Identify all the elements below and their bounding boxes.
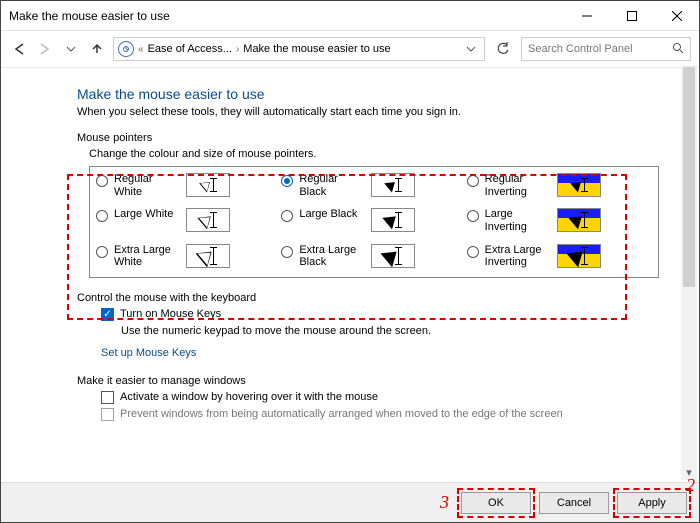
pointer-preview-xl-inverting: [557, 244, 601, 268]
window-title: Make the mouse easier to use: [9, 9, 170, 23]
cursor-ibeam-icon: [213, 178, 214, 192]
content-area: Make the mouse easier to use When you se…: [1, 68, 699, 421]
section-mouse-pointers: Mouse pointers: [77, 132, 659, 144]
cursor-ibeam-icon: [213, 247, 214, 265]
mousekeys-row[interactable]: ✓ Turn on Mouse Keys: [101, 308, 659, 321]
cancel-button[interactable]: Cancel: [539, 492, 609, 514]
up-button[interactable]: [87, 39, 107, 59]
navbar: « Ease of Access... › Make the mouse eas…: [1, 31, 699, 68]
scroll-thumb[interactable]: [683, 67, 695, 287]
prevent-arrange-label: Prevent windows from being automatically…: [120, 408, 563, 420]
radio-large-inverting[interactable]: [467, 210, 479, 222]
pointer-option-large-inverting[interactable]: Large Inverting: [467, 208, 652, 233]
cursor-ibeam-icon: [398, 247, 399, 265]
pointer-option-label: Regular White: [114, 173, 180, 198]
pointer-option-xl-white[interactable]: Extra Large White: [96, 244, 281, 269]
refresh-button[interactable]: [491, 37, 515, 61]
radio-regular-black[interactable]: [281, 175, 293, 187]
pointer-option-label: Extra Large Black: [299, 244, 365, 269]
hover-activate-row[interactable]: Activate a window by hovering over it wi…: [101, 391, 659, 404]
mousekeys-help: Use the numeric keypad to move the mouse…: [121, 325, 659, 337]
hover-activate-label: Activate a window by hovering over it wi…: [120, 391, 378, 403]
pointer-option-xl-black[interactable]: Extra Large Black: [281, 244, 466, 269]
maximize-button[interactable]: [609, 1, 654, 31]
pointer-preview-xl-white: [186, 244, 230, 268]
radio-xl-inverting[interactable]: [467, 246, 479, 258]
apply-button[interactable]: Apply: [617, 492, 687, 514]
pointer-preview-regular-inverting: [557, 173, 601, 197]
close-button[interactable]: [654, 1, 699, 31]
search-placeholder: Search Control Panel: [528, 43, 633, 55]
pointer-option-regular-white[interactable]: Regular White: [96, 173, 281, 198]
pointer-option-regular-inverting[interactable]: Regular Inverting: [467, 173, 652, 198]
prevent-arrange-checkbox[interactable]: [101, 408, 114, 421]
radio-xl-black[interactable]: [281, 246, 293, 258]
pointer-option-xl-inverting[interactable]: Extra Large Inverting: [467, 244, 652, 269]
pointer-option-label: Large Inverting: [485, 208, 551, 233]
pointer-option-label: Regular Inverting: [485, 173, 551, 198]
radio-large-white[interactable]: [96, 210, 108, 222]
pointer-preview-large-inverting: [557, 208, 601, 232]
pointer-preview-regular-white: [186, 173, 230, 197]
breadcrumb-seg-1[interactable]: Ease of Access...: [148, 43, 232, 55]
breadcrumb-seg-2[interactable]: Make the mouse easier to use: [243, 43, 390, 55]
radio-large-black[interactable]: [281, 210, 293, 222]
forward-button[interactable]: [35, 39, 55, 59]
pointer-preview-xl-black: [371, 244, 415, 268]
page-heading: Make the mouse easier to use: [77, 86, 659, 102]
mousekeys-label: Turn on Mouse Keys: [120, 308, 221, 320]
address-bar[interactable]: « Ease of Access... › Make the mouse eas…: [113, 37, 485, 61]
pointer-option-large-white[interactable]: Large White: [96, 208, 281, 233]
cursor-ibeam-icon: [398, 212, 399, 228]
cursor-ibeam-icon: [213, 212, 214, 228]
section-keyboard-mouse: Control the mouse with the keyboard: [77, 292, 659, 304]
pointer-instruction: Change the colour and size of mouse poin…: [89, 148, 659, 160]
mousekeys-checkbox[interactable]: ✓: [101, 308, 114, 321]
hover-activate-checkbox[interactable]: [101, 391, 114, 404]
annotation-3: 3: [440, 492, 449, 513]
address-history-button[interactable]: [462, 44, 480, 54]
pointer-option-label: Regular Black: [299, 173, 365, 198]
section-manage-windows: Make it easier to manage windows: [77, 375, 659, 387]
cursor-ibeam-icon: [398, 178, 399, 192]
dialog-button-bar: 3 OK Cancel Apply 2: [1, 482, 699, 522]
annotation-2: 2: [686, 475, 695, 496]
window-controls: [564, 1, 699, 31]
ok-button[interactable]: OK: [461, 492, 531, 514]
pointer-option-label: Large Black: [299, 208, 365, 221]
pointer-options-panel: Regular White Regular Black Regular Invert…: [89, 166, 659, 278]
radio-xl-white[interactable]: [96, 246, 108, 258]
radio-regular-inverting[interactable]: [467, 175, 479, 187]
search-box[interactable]: Search Control Panel: [521, 37, 691, 61]
pointer-option-label: Extra Large Inverting: [485, 244, 551, 269]
pointer-option-regular-black[interactable]: Regular Black: [281, 173, 466, 198]
pointer-option-label: Large White: [114, 208, 180, 221]
pointer-preview-large-black: [371, 208, 415, 232]
cursor-ibeam-icon: [584, 212, 585, 228]
pointer-option-label: Extra Large White: [114, 244, 180, 269]
search-icon: [672, 42, 684, 57]
back-button[interactable]: [9, 39, 29, 59]
vertical-scrollbar[interactable]: ▴ ▾: [681, 65, 697, 480]
pointer-option-large-black[interactable]: Large Black: [281, 208, 466, 233]
control-panel-icon: [118, 41, 134, 57]
breadcrumb-overflow-icon[interactable]: «: [138, 44, 144, 55]
page-subheading: When you select these tools, they will a…: [77, 106, 659, 118]
pointer-preview-large-white: [186, 208, 230, 232]
cursor-ibeam-icon: [584, 247, 585, 265]
pointer-preview-regular-black: [371, 173, 415, 197]
minimize-button[interactable]: [564, 1, 609, 31]
chevron-right-icon: ›: [236, 44, 239, 55]
radio-regular-white[interactable]: [96, 175, 108, 187]
titlebar: Make the mouse easier to use: [1, 1, 699, 31]
cursor-ibeam-icon: [584, 178, 585, 192]
prevent-arrange-row[interactable]: Prevent windows from being automatically…: [101, 408, 659, 421]
recent-locations-button[interactable]: [61, 39, 81, 59]
setup-mousekeys-link[interactable]: Set up Mouse Keys: [101, 347, 659, 359]
